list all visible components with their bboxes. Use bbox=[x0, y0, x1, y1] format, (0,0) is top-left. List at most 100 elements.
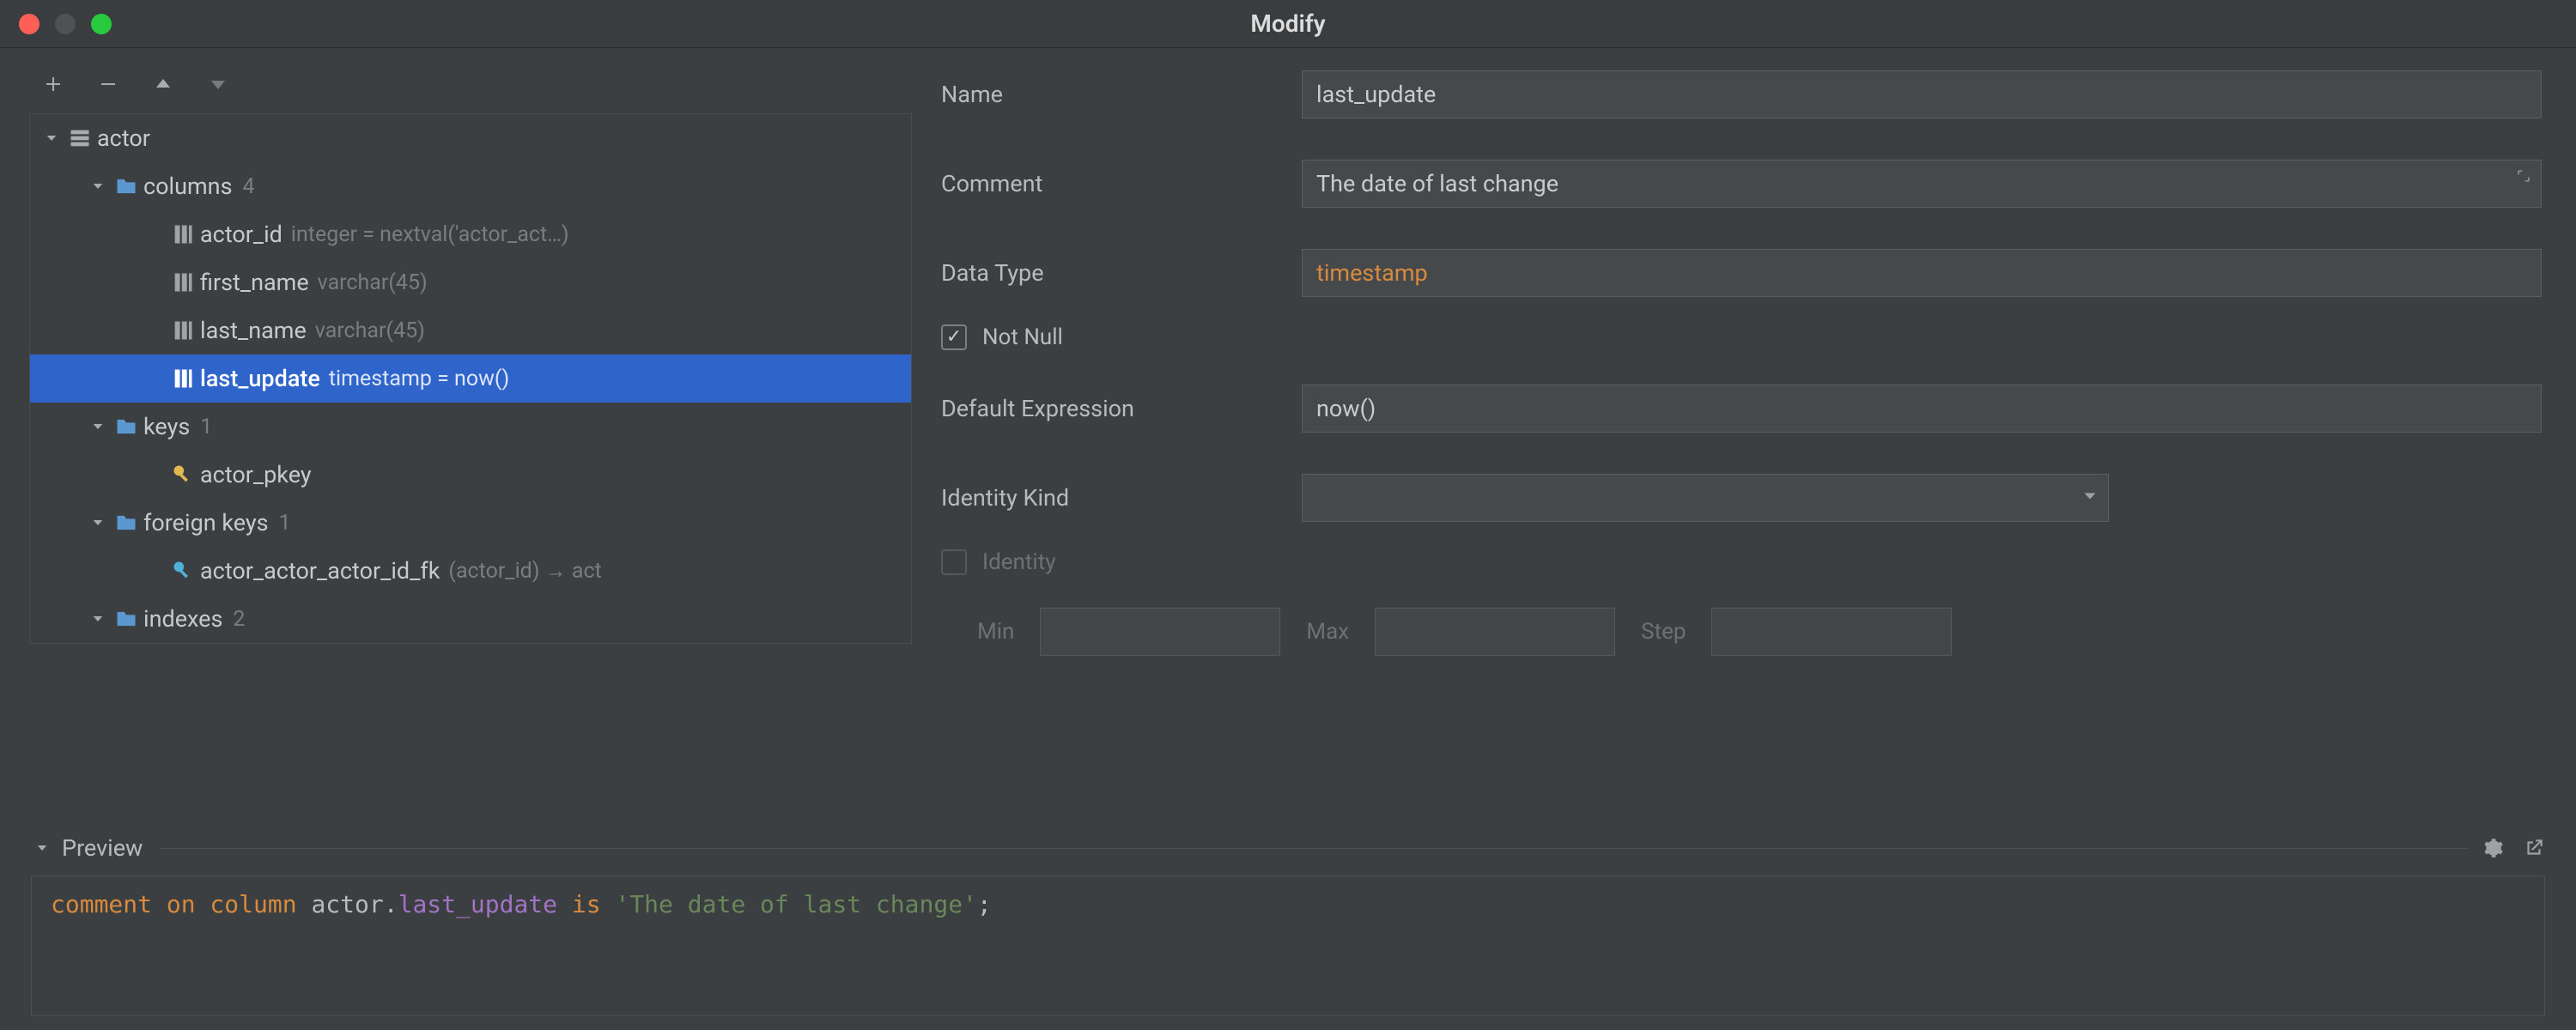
tree-row-columns-group[interactable]: columns 4 bbox=[30, 162, 911, 210]
tree-sublabel: timestamp = now() bbox=[329, 367, 509, 391]
folder-icon bbox=[109, 174, 143, 198]
comment-input[interactable] bbox=[1302, 160, 2542, 208]
identity-label: Identity bbox=[982, 549, 1056, 575]
chevron-down-icon[interactable] bbox=[40, 130, 63, 146]
tree-row-column[interactable]: actor_id integer = nextval('actor_act…) bbox=[30, 210, 911, 258]
count-badge: 1 bbox=[200, 415, 212, 439]
tree-row-fkeys-group[interactable]: foreign keys 1 bbox=[30, 499, 911, 547]
object-tree[interactable]: actor columns 4 actor_id bbox=[29, 113, 912, 644]
sql-keyword: comment bbox=[51, 890, 167, 918]
tree-panel: actor columns 4 actor_id bbox=[0, 48, 912, 821]
tree-row-column-selected[interactable]: last_update timestamp = now() bbox=[30, 354, 911, 403]
step-label: Step bbox=[1641, 619, 1686, 645]
chevron-down-icon[interactable] bbox=[87, 515, 109, 530]
sql-punct: . bbox=[384, 890, 398, 918]
tree-row-column[interactable]: last_name varchar(45) bbox=[30, 306, 911, 354]
tree-row-column[interactable]: first_name varchar(45) bbox=[30, 258, 911, 306]
name-label: Name bbox=[941, 81, 1302, 108]
sql-column: last_update bbox=[398, 890, 557, 918]
tree-label: last_update bbox=[200, 365, 320, 392]
move-up-button[interactable] bbox=[151, 72, 175, 96]
preview-header: Preview bbox=[0, 821, 2576, 876]
folder-icon bbox=[109, 511, 143, 535]
default-label: Default Expression bbox=[941, 395, 1302, 422]
column-icon bbox=[166, 318, 200, 342]
divider bbox=[160, 848, 2468, 849]
count-badge: 4 bbox=[243, 174, 255, 199]
tree-sublabel: integer = nextval('actor_act…) bbox=[291, 222, 569, 247]
tree-label: columns bbox=[143, 173, 233, 200]
window-minimize-button[interactable] bbox=[55, 14, 76, 34]
tree-sublabel: (actor_id) → act bbox=[448, 559, 601, 584]
foreign-key-icon bbox=[166, 559, 200, 583]
column-icon bbox=[166, 367, 200, 391]
identity-range-row: Min Max Step bbox=[941, 608, 2542, 656]
tree-label: indexes bbox=[143, 605, 222, 633]
folder-icon bbox=[109, 415, 143, 439]
titlebar: Modify bbox=[0, 0, 2576, 48]
tree-label: first_name bbox=[200, 269, 309, 296]
tree-label: foreign keys bbox=[143, 509, 269, 536]
preview-code[interactable]: comment on column actor.last_update is '… bbox=[31, 876, 2545, 1016]
notnull-label: Not Null bbox=[982, 324, 1063, 350]
window-maximize-button[interactable] bbox=[91, 14, 112, 34]
default-input[interactable] bbox=[1302, 385, 2542, 433]
remove-button[interactable] bbox=[96, 72, 120, 96]
chevron-down-icon bbox=[2081, 484, 2099, 512]
sql-keyword: on column bbox=[167, 890, 312, 918]
identity-kind-select[interactable] bbox=[1302, 474, 2109, 522]
name-input[interactable] bbox=[1302, 70, 2542, 118]
preview-label: Preview bbox=[62, 834, 143, 862]
comment-label: Comment bbox=[941, 170, 1302, 197]
sql-keyword: is bbox=[557, 890, 615, 918]
gear-icon[interactable] bbox=[2482, 837, 2504, 859]
chevron-down-icon[interactable] bbox=[87, 419, 109, 434]
sql-ident: actor bbox=[311, 890, 383, 918]
expand-icon[interactable] bbox=[2512, 165, 2535, 187]
tree-row-key[interactable]: actor_pkey bbox=[30, 451, 911, 499]
window-controls bbox=[19, 0, 112, 47]
folder-icon bbox=[109, 607, 143, 631]
tree-label: actor_id bbox=[200, 221, 283, 248]
notnull-checkbox[interactable] bbox=[941, 324, 967, 350]
tree-label: actor_actor_actor_id_fk bbox=[200, 557, 440, 585]
tree-label: actor_pkey bbox=[200, 461, 312, 488]
min-label: Min bbox=[977, 619, 1014, 645]
chevron-down-icon[interactable] bbox=[34, 840, 50, 856]
tree-toolbar bbox=[29, 60, 912, 108]
move-down-button[interactable] bbox=[206, 72, 230, 96]
tree-label: last_name bbox=[200, 317, 307, 344]
max-label: Max bbox=[1306, 619, 1349, 645]
identity-checkbox bbox=[941, 549, 967, 575]
tree-label: actor bbox=[97, 124, 150, 152]
datatype-label: Data Type bbox=[941, 259, 1302, 287]
window-title: Modify bbox=[1250, 9, 1325, 38]
min-input bbox=[1040, 608, 1280, 656]
tree-sublabel: varchar(45) bbox=[315, 318, 425, 343]
identity-checkbox-row: Identity bbox=[941, 542, 2542, 582]
tree-label: keys bbox=[143, 413, 190, 440]
column-icon bbox=[166, 222, 200, 246]
sql-string: 'The date of last change' bbox=[615, 890, 976, 918]
chevron-down-icon[interactable] bbox=[87, 611, 109, 627]
chevron-down-icon[interactable] bbox=[87, 179, 109, 194]
add-button[interactable] bbox=[41, 72, 65, 96]
open-external-icon[interactable] bbox=[2523, 837, 2545, 859]
column-icon bbox=[166, 270, 200, 294]
max-input bbox=[1375, 608, 1615, 656]
tree-row-fkey[interactable]: actor_actor_actor_id_fk (actor_id) → act bbox=[30, 547, 911, 595]
datatype-input[interactable] bbox=[1302, 249, 2542, 297]
tree-row-table[interactable]: actor bbox=[30, 114, 911, 162]
tree-sublabel: varchar(45) bbox=[318, 270, 428, 295]
table-icon bbox=[63, 126, 97, 150]
window-close-button[interactable] bbox=[19, 14, 39, 34]
key-icon bbox=[166, 463, 200, 487]
form-panel: Name Comment Data Type Not Null bbox=[912, 48, 2576, 821]
tree-row-indexes-group[interactable]: indexes 2 bbox=[30, 595, 911, 643]
step-input bbox=[1711, 608, 1952, 656]
tree-row-keys-group[interactable]: keys 1 bbox=[30, 403, 911, 451]
count-badge: 2 bbox=[233, 607, 245, 632]
sql-punct: ; bbox=[977, 890, 992, 918]
notnull-checkbox-row[interactable]: Not Null bbox=[941, 318, 2542, 357]
count-badge: 1 bbox=[279, 511, 291, 536]
